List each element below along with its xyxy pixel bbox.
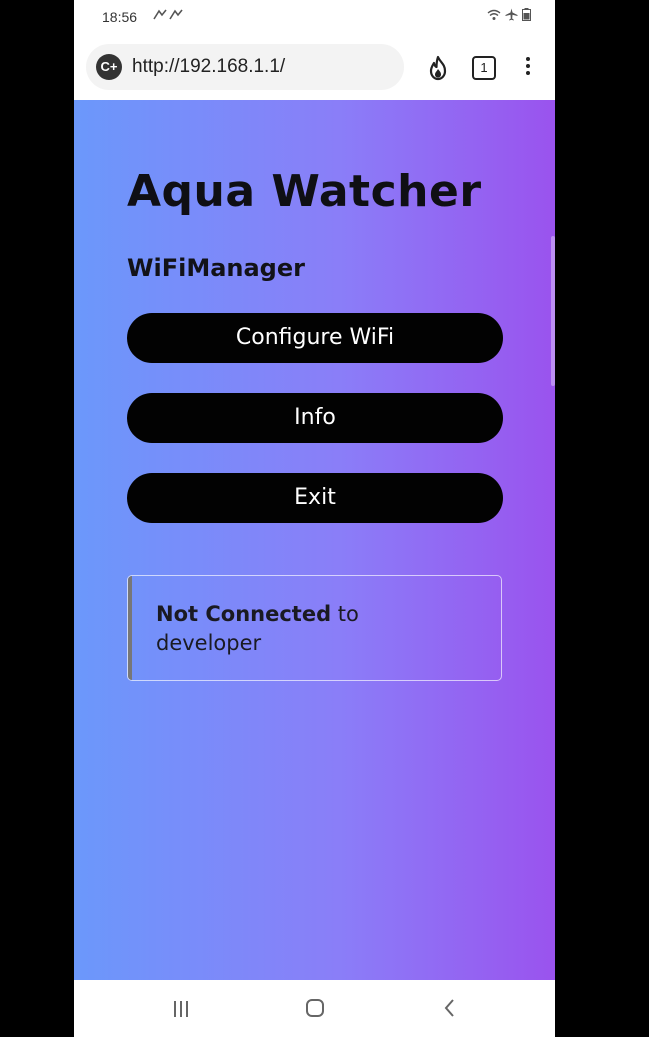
home-icon[interactable] (306, 999, 324, 1017)
page-subtitle: WiFiManager (127, 254, 305, 282)
battery-icon (522, 8, 531, 21)
url-text[interactable]: http://192.168.1.1/ (132, 56, 285, 78)
wifi-icon (487, 9, 501, 20)
connection-state: Not Connected (156, 602, 332, 626)
status-bar: 18:56 (74, 0, 555, 34)
site-info-icon[interactable]: C+ (96, 54, 122, 80)
back-icon[interactable] (442, 998, 458, 1018)
more-menu-icon[interactable] (520, 54, 536, 82)
connection-status-text: Not Connected to developer (156, 600, 486, 658)
web-page: Aqua Watcher WiFiManager Configure WiFi … (74, 100, 555, 980)
exit-button[interactable]: Exit (127, 473, 503, 523)
address-bar[interactable]: C+ http://192.168.1.1/ (86, 44, 404, 90)
phone-screen: 18:56 C+ http://192.168.1.1/ 1 Aqua Watc… (74, 0, 555, 1037)
connection-ssid: developer (156, 631, 262, 655)
airplane-icon (505, 8, 518, 21)
browser-toolbar: C+ http://192.168.1.1/ 1 (74, 34, 555, 100)
connection-status-box: Not Connected to developer (127, 575, 502, 681)
info-button[interactable]: Info (127, 393, 503, 443)
status-right-icons (487, 8, 531, 21)
status-accent-bar (128, 576, 132, 680)
connection-connector: to (331, 602, 359, 626)
scrollbar-thumb[interactable] (551, 236, 555, 386)
configure-wifi-button[interactable]: Configure WiFi (127, 313, 503, 363)
status-time: 18:56 (102, 9, 138, 25)
notification-icon (152, 8, 186, 25)
system-nav-bar (74, 980, 555, 1037)
fire-icon[interactable] (424, 54, 452, 82)
page-title: Aqua Watcher (127, 166, 482, 217)
tab-count-button[interactable]: 1 (472, 56, 496, 80)
recents-icon[interactable] (172, 1000, 190, 1018)
